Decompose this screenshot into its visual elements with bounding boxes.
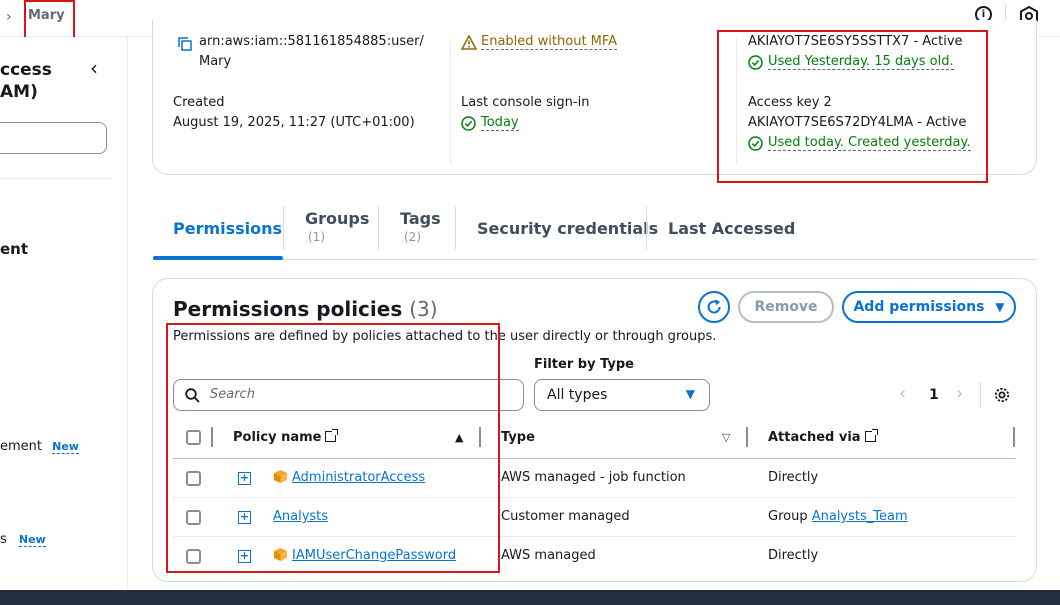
policy-type: AWS managed: [501, 548, 596, 563]
pagination-prev-icon[interactable]: ‹: [899, 383, 906, 404]
tab-groups-label: Groups: [305, 209, 370, 228]
side-navigation: [0, 37, 128, 590]
sidebar-title-line2: AM): [0, 82, 38, 102]
attached-via: Group Analysts_Team: [768, 509, 908, 524]
column-header-type[interactable]: Type: [501, 430, 535, 445]
refresh-button[interactable]: [698, 291, 730, 323]
copy-icon[interactable]: [178, 37, 192, 51]
sidebar-title: ccess: [0, 60, 52, 80]
add-permissions-label: Add permissions: [853, 299, 985, 315]
sidebar-divider: [0, 178, 112, 179]
tab-separator: [283, 206, 284, 250]
attached-via: Directly: [768, 470, 819, 485]
gear-icon[interactable]: [993, 386, 1011, 404]
remove-button[interactable]: Remove: [738, 291, 834, 323]
new-badge: New: [18, 533, 46, 547]
chevron-right-icon: ›: [6, 9, 12, 25]
tab-separator: [455, 206, 456, 250]
divider: [450, 38, 451, 164]
pagination-next-icon[interactable]: ›: [956, 383, 963, 404]
highlight-box-breadcrumb: [24, 0, 75, 39]
pagination-page[interactable]: 1: [929, 387, 939, 403]
external-link-icon: [864, 429, 878, 442]
tab-last-accessed[interactable]: Last Accessed: [668, 219, 795, 279]
type-filter-select[interactable]: All types ▼: [534, 379, 710, 411]
refresh-icon: [707, 299, 721, 314]
column-divider: [746, 427, 748, 447]
tab-tags-label: Tags: [400, 209, 441, 228]
sidebar-section-heading: ent: [0, 240, 29, 258]
tab-groups-count: (1): [308, 230, 325, 244]
group-link[interactable]: Analysts_Team: [812, 509, 908, 524]
success-check-icon: [461, 116, 476, 131]
created-label: Created: [173, 95, 225, 110]
new-badge: New: [52, 440, 79, 454]
highlight-box-policies: [166, 323, 500, 573]
sort-icon[interactable]: ▽: [722, 431, 730, 444]
collapse-sidebar-icon[interactable]: ‹: [90, 56, 98, 80]
sidebar-item[interactable]: ement New: [0, 439, 79, 454]
tab-security-credentials[interactable]: Security credentials: [477, 219, 658, 279]
tab-separator: [646, 206, 647, 250]
sidebar-item[interactable]: s New: [0, 532, 46, 547]
section-count: (3): [409, 297, 438, 321]
policy-type: AWS managed - job function: [501, 470, 686, 485]
created-value: August 19, 2025, 11:27 (UTC+01:00): [173, 115, 415, 130]
last-signin-label: Last console sign-in: [461, 95, 590, 110]
tab-permissions[interactable]: Permissions: [173, 219, 282, 279]
sidebar-item-label: s: [0, 532, 7, 547]
column-divider: [1013, 427, 1015, 447]
warning-icon: [461, 35, 477, 50]
mfa-status[interactable]: Enabled without MFA: [481, 34, 618, 50]
divider: [980, 382, 981, 408]
section-title: Permissions policies (3): [173, 297, 438, 321]
attached-via-text: Group: [768, 509, 808, 524]
policy-type: Customer managed: [501, 509, 630, 524]
last-signin-value[interactable]: Today: [481, 115, 519, 131]
filter-type-label: Filter by Type: [534, 357, 634, 372]
tab-separator: [378, 206, 379, 250]
highlight-box-access-keys: [717, 30, 988, 183]
caret-down-icon: ▼: [685, 387, 695, 401]
add-permissions-button[interactable]: Add permissions ▼: [842, 291, 1016, 323]
tab-tags-count: (2): [404, 230, 421, 244]
sidebar-item-label: ement: [0, 439, 42, 454]
user-arn: arn:aws:iam::581161854885:user/: [199, 34, 424, 49]
section-title-text: Permissions policies: [173, 297, 403, 321]
type-filter-value: All types: [547, 387, 608, 403]
console-footer: [0, 590, 1060, 605]
column-header-attached-via[interactable]: Attached via: [768, 429, 878, 445]
attached-via: Directly: [768, 548, 819, 563]
sidebar-search-input[interactable]: [0, 122, 107, 154]
column-header-label: Attached via: [768, 430, 861, 445]
caret-down-icon: ▼: [995, 300, 1005, 314]
tab-groups[interactable]: Groups (1): [305, 209, 369, 249]
tab-tags[interactable]: Tags (2): [400, 209, 441, 249]
user-arn-line2: Mary: [199, 54, 232, 69]
